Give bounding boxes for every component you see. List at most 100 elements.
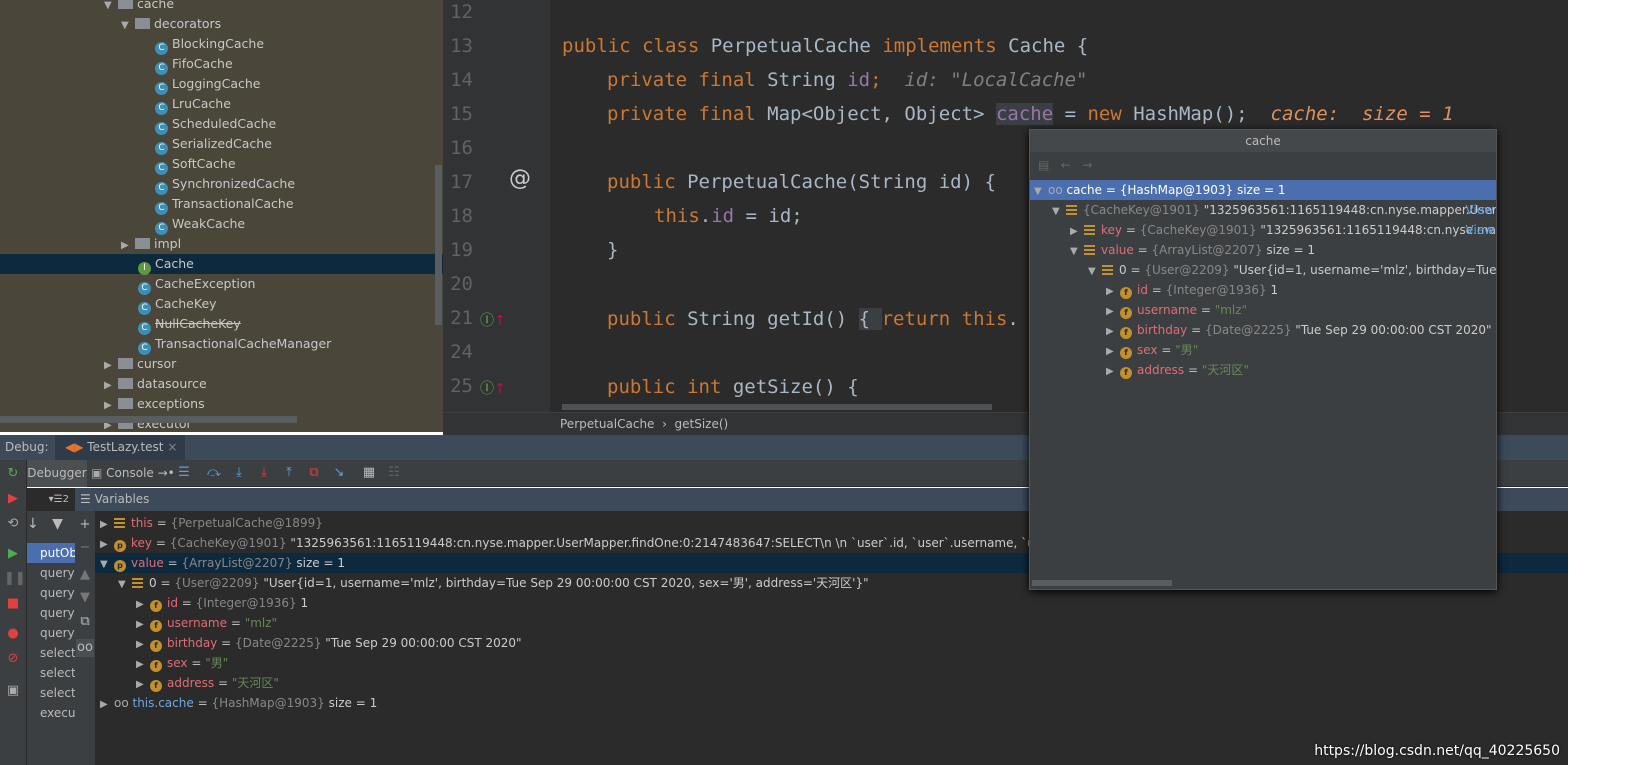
collapsed-arrow-icon[interactable]: ▶ <box>104 356 118 376</box>
move-down-icon[interactable]: ▼ <box>76 589 94 607</box>
variable-row[interactable]: ▼ value = {ArrayList@2207} size = 1 <box>1030 240 1496 260</box>
view-link[interactable]: View <box>1466 200 1494 220</box>
evaluate-expression-icon[interactable]: ▦ <box>360 464 378 482</box>
implements-icon[interactable]: Ⓘ↑ <box>480 378 506 398</box>
variable-row[interactable]: ▶ f id = {Integer@1936} 1 <box>1030 280 1496 300</box>
tree-item[interactable]: ▶ cursor <box>0 354 176 374</box>
tree-item[interactable]: C CacheKey <box>0 294 217 315</box>
watches-icon[interactable]: oo <box>76 639 94 657</box>
stack-frame[interactable]: select <box>27 683 75 703</box>
tree-item[interactable]: ▶ exceptions <box>0 394 205 414</box>
collapsed-arrow-icon[interactable]: ▶ <box>1106 302 1120 320</box>
collapsed-arrow-icon[interactable]: ▶ <box>100 695 114 715</box>
implements-icon[interactable]: Ⓘ↑ <box>480 310 506 330</box>
collapsed-arrow-icon[interactable]: ▶ <box>136 655 150 675</box>
collapsed-arrow-icon[interactable]: ▶ <box>100 535 114 555</box>
collapsed-arrow-icon[interactable]: ▶ <box>1106 282 1120 300</box>
collapsed-arrow-icon[interactable]: ▶ <box>136 675 150 695</box>
project-tree[interactable]: ▼ cache ▼ decorators C BlockingCache C FifoCach… <box>0 0 443 432</box>
collapsed-arrow-icon[interactable]: ▶ <box>1106 362 1120 380</box>
variable-row[interactable]: ▶ f username = "mlz" <box>95 613 1568 633</box>
stack-frame[interactable]: query <box>27 623 75 643</box>
tree-item[interactable]: C ScheduledCache <box>0 114 276 135</box>
thread-selector[interactable]: ▾☰2 <box>27 488 75 511</box>
tree-item[interactable]: I Cache <box>0 254 443 275</box>
collapsed-arrow-icon[interactable]: ▶ <box>104 396 118 416</box>
expanded-arrow-icon[interactable]: ▼ <box>1052 202 1066 220</box>
tree-item[interactable]: C CacheException <box>0 274 255 295</box>
restore-layout-icon[interactable]: ⟲ <box>4 515 22 533</box>
filter-icon[interactable]: ▼ <box>52 516 63 532</box>
tree-item[interactable]: C LruCache <box>0 94 231 115</box>
rerun-icon[interactable]: ↻ <box>4 465 22 483</box>
variable-row[interactable]: ▶ f sex = "男" <box>95 653 1568 673</box>
tree-scrollbar[interactable] <box>435 165 442 325</box>
tree-item[interactable]: C BlockingCache <box>0 34 264 55</box>
trace-icon[interactable]: ☷ <box>385 464 403 482</box>
collapsed-arrow-icon[interactable]: ▶ <box>104 376 118 396</box>
collapsed-arrow-icon[interactable]: ▶ <box>136 595 150 615</box>
variable-row[interactable]: ▼ 0 = {User@2209} "User{id=1, username='m… <box>1030 260 1496 280</box>
expanded-arrow-icon[interactable]: ▼ <box>121 16 135 36</box>
step-into-icon[interactable]: ⤓ <box>230 464 248 482</box>
tree-item[interactable]: C FifoCache <box>0 54 233 75</box>
expanded-arrow-icon[interactable]: ▼ <box>100 555 114 575</box>
resume-icon[interactable]: ▶ <box>4 545 22 563</box>
sort-down-icon[interactable]: ↓ <box>27 516 39 532</box>
step-over-icon[interactable]: ⤼ <box>205 464 223 482</box>
stack-frame[interactable]: select <box>27 643 75 663</box>
force-step-into-icon[interactable]: ⤓ <box>255 464 273 482</box>
remove-watch-icon[interactable]: − <box>76 539 94 557</box>
tree-item[interactable]: C SynchronizedCache <box>0 174 295 195</box>
collapsed-arrow-icon[interactable]: ▶ <box>136 635 150 655</box>
variable-row[interactable]: ▶ oo this.cache = {HashMap@1903} size = 1 <box>95 693 1568 713</box>
forward-icon[interactable]: → <box>1082 158 1092 172</box>
view-link[interactable]: View <box>1466 220 1494 240</box>
run-to-cursor-icon[interactable]: ↘ <box>330 464 348 482</box>
tab-debugger[interactable]: Debugger <box>27 460 87 487</box>
navigate-icon[interactable]: ▤ <box>1038 158 1049 172</box>
variable-row[interactable]: ▶ f sex = "男" <box>1030 340 1496 360</box>
variable-row[interactable]: ▶ f id = {Integer@1936} 1 <box>95 593 1568 613</box>
collapsed-arrow-icon[interactable]: ▶ <box>136 615 150 635</box>
variable-row[interactable]: ▶ f birthday = {Date@2225} "Tue Sep 29 00:… <box>95 633 1568 653</box>
camera-icon[interactable]: ▣ <box>4 682 22 700</box>
expanded-arrow-icon[interactable]: ▼ <box>1034 182 1048 200</box>
drop-frame-icon[interactable]: ⧉ <box>305 464 323 482</box>
expanded-arrow-icon[interactable]: ▼ <box>1070 242 1084 260</box>
variable-row[interactable]: ▶ f address = "天河区" <box>95 673 1568 693</box>
close-icon[interactable]: × <box>167 440 177 454</box>
stack-frame[interactable]: putOb <box>27 543 75 563</box>
tree-item[interactable]: C SoftCache <box>0 154 236 175</box>
tree-item[interactable]: C NullCacheKey <box>0 314 241 335</box>
tree-item[interactable]: ▶ datasource <box>0 374 207 394</box>
tab-testlazy[interactable]: ◀▶ TestLazy.test × <box>55 435 185 460</box>
collapsed-arrow-icon[interactable]: ▶ <box>1070 222 1084 240</box>
stack-frame[interactable]: query <box>27 603 75 623</box>
step-out-icon[interactable]: ⤒ <box>280 464 298 482</box>
editor-scrollbar[interactable] <box>562 404 992 410</box>
collapsed-arrow-icon[interactable]: ▶ <box>1106 342 1120 360</box>
variable-row[interactable]: ▼ oo cache = {HashMap@1903} size = 1 <box>1030 180 1496 200</box>
variable-row[interactable]: ▼ {CacheKey@1901} "1325963561:1165119448:… <box>1030 200 1496 220</box>
move-up-icon[interactable]: ▲ <box>76 566 94 584</box>
stack-frame[interactable]: execu <box>27 703 75 723</box>
variable-row[interactable]: ▶ f birthday = {Date@2225} "Tue Sep 29 00:… <box>1030 320 1496 340</box>
expanded-arrow-icon[interactable]: ▼ <box>118 575 132 595</box>
variable-row[interactable]: ▶ key = {CacheKey@1901} "1325963561:11651… <box>1030 220 1496 240</box>
tree-item[interactable]: C LoggingCache <box>0 74 260 95</box>
stop-icon[interactable]: ■ <box>4 595 22 613</box>
copy-icon[interactable]: ⧉ <box>76 613 94 631</box>
popup-scrollbar[interactable] <box>1032 580 1172 586</box>
popup-tree[interactable]: ▼ oo cache = {HashMap@1903} size = 1 ▼ {Cac… <box>1030 180 1496 580</box>
tree-item[interactable]: C TransactionalCache <box>0 194 294 215</box>
add-watch-icon[interactable]: + <box>76 516 94 534</box>
collapsed-arrow-icon[interactable]: ▶ <box>121 236 135 256</box>
tree-item[interactable]: ▶ impl <box>0 234 181 254</box>
tree-h-scrollbar[interactable] <box>0 416 297 423</box>
variable-row[interactable]: ▶ f username = "mlz" <box>1030 300 1496 320</box>
show-execution-point-icon[interactable]: ☰ <box>175 464 193 482</box>
stack-frame[interactable]: query <box>27 583 75 603</box>
breadcrumb-class[interactable]: PerpetualCache <box>560 417 654 431</box>
tree-item[interactable]: ▼ decorators <box>0 14 221 34</box>
